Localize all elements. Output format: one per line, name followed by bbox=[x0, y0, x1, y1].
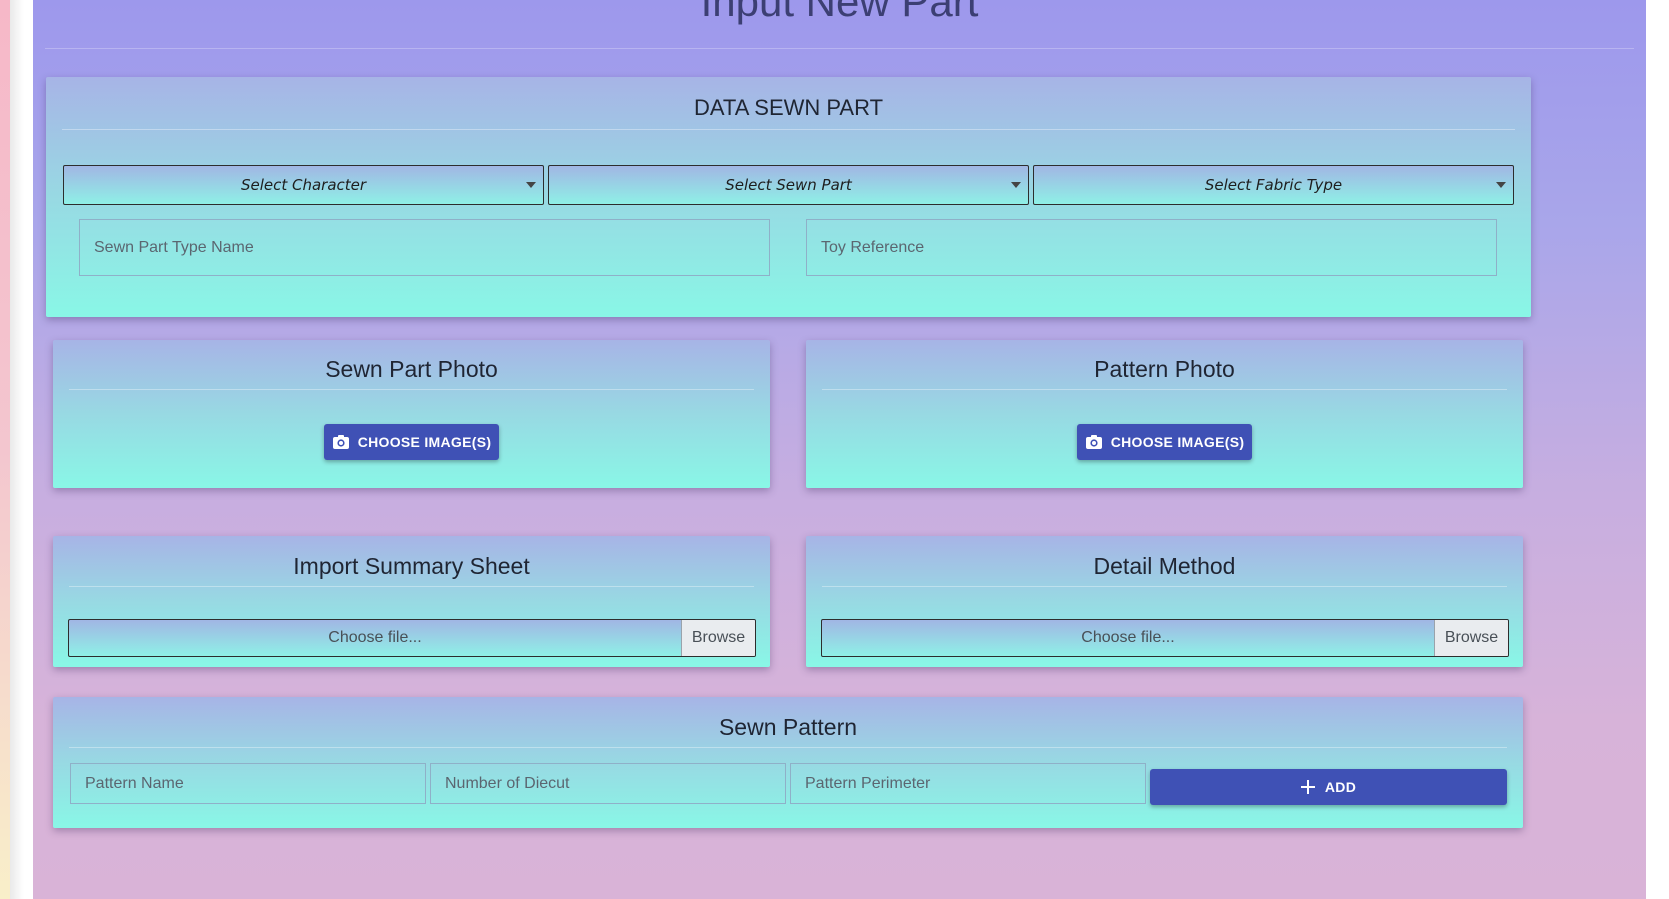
card-divider bbox=[822, 389, 1507, 390]
detail-method-browse-button[interactable]: Browse bbox=[1434, 620, 1508, 656]
chevron-down-icon bbox=[1011, 182, 1021, 188]
select-fabric-type-label: Select Fabric Type bbox=[1204, 176, 1343, 194]
sewn-part-type-name-placeholder: Sewn Part Type Name bbox=[94, 238, 254, 256]
camera-icon bbox=[332, 435, 349, 449]
page-title: Input New Part bbox=[700, 0, 979, 25]
toy-reference-input[interactable]: Toy Reference bbox=[806, 219, 1497, 276]
card-divider bbox=[69, 747, 1507, 748]
data-sewn-part-title: DATA SEWN PART bbox=[693, 95, 884, 120]
choose-pattern-images-label: CHOOSE IMAGE(S) bbox=[1110, 434, 1245, 450]
sewn-part-type-name-input[interactable]: Sewn Part Type Name bbox=[79, 219, 770, 276]
sewn-part-photo-title: Sewn Part Photo bbox=[325, 356, 498, 382]
card-divider bbox=[822, 586, 1507, 587]
data-sewn-part-card: DATA SEWN PART Select Character Select S… bbox=[46, 77, 1531, 317]
select-character[interactable]: Select Character bbox=[63, 165, 544, 205]
select-character-label: Select Character bbox=[240, 176, 367, 194]
detail-method-file-input[interactable]: Choose file... Browse bbox=[821, 619, 1509, 657]
number-of-diecut-input[interactable]: Number of Diecut bbox=[430, 763, 786, 804]
summary-sheet-file-input[interactable]: Choose file... Browse bbox=[68, 619, 756, 657]
chevron-down-icon bbox=[526, 182, 536, 188]
right-margin bbox=[1646, 0, 1669, 899]
page-container: Input New Part DATA SEWN PART Select Cha… bbox=[33, 0, 1646, 899]
add-pattern-label: ADD bbox=[1324, 779, 1357, 795]
choose-pattern-images-button[interactable]: CHOOSE IMAGE(S) bbox=[1077, 424, 1252, 460]
import-summary-sheet-card: Import Summary Sheet Choose file... Brow… bbox=[53, 536, 770, 667]
pattern-perimeter-placeholder: Pattern Perimeter bbox=[805, 774, 931, 792]
choose-sewn-part-images-label: CHOOSE IMAGE(S) bbox=[357, 434, 492, 450]
pattern-name-placeholder: Pattern Name bbox=[85, 774, 184, 792]
detail-method-file-label: Choose file... bbox=[1081, 629, 1175, 646]
pattern-photo-title: Pattern Photo bbox=[1094, 356, 1235, 382]
left-edge-strip bbox=[0, 0, 10, 899]
pattern-perimeter-input[interactable]: Pattern Perimeter bbox=[790, 763, 1146, 804]
pattern-photo-card: Pattern Photo CHOOSE IMAGE(S) bbox=[806, 340, 1523, 488]
plus-icon bbox=[1300, 780, 1315, 794]
card-divider bbox=[69, 586, 754, 587]
sewn-pattern-title: Sewn Pattern bbox=[718, 714, 858, 740]
card-divider bbox=[69, 389, 754, 390]
detail-method-card: Detail Method Choose file... Browse bbox=[806, 536, 1523, 667]
select-fabric-type[interactable]: Select Fabric Type bbox=[1033, 165, 1514, 205]
sewn-part-photo-card: Sewn Part Photo CHOOSE IMAGE(S) bbox=[53, 340, 770, 488]
left-gap bbox=[10, 0, 33, 899]
add-pattern-button[interactable]: ADD bbox=[1150, 769, 1507, 805]
pattern-name-input[interactable]: Pattern Name bbox=[70, 763, 426, 804]
chevron-down-icon bbox=[1496, 182, 1506, 188]
choose-sewn-part-images-button[interactable]: CHOOSE IMAGE(S) bbox=[324, 424, 499, 460]
select-sewn-part[interactable]: Select Sewn Part bbox=[548, 165, 1029, 205]
card-divider bbox=[62, 129, 1515, 130]
sewn-pattern-card: Sewn Pattern Pattern Name Number of Diec… bbox=[53, 697, 1523, 828]
toy-reference-placeholder: Toy Reference bbox=[821, 238, 925, 256]
number-of-diecut-placeholder: Number of Diecut bbox=[445, 774, 570, 792]
select-sewn-part-label: Select Sewn Part bbox=[725, 176, 852, 194]
detail-method-title: Detail Method bbox=[1093, 553, 1236, 579]
import-summary-sheet-title: Import Summary Sheet bbox=[293, 553, 530, 579]
title-divider bbox=[45, 48, 1634, 49]
camera-icon bbox=[1085, 435, 1102, 449]
summary-sheet-file-label: Choose file... bbox=[328, 629, 422, 646]
summary-sheet-browse-button[interactable]: Browse bbox=[681, 620, 755, 656]
